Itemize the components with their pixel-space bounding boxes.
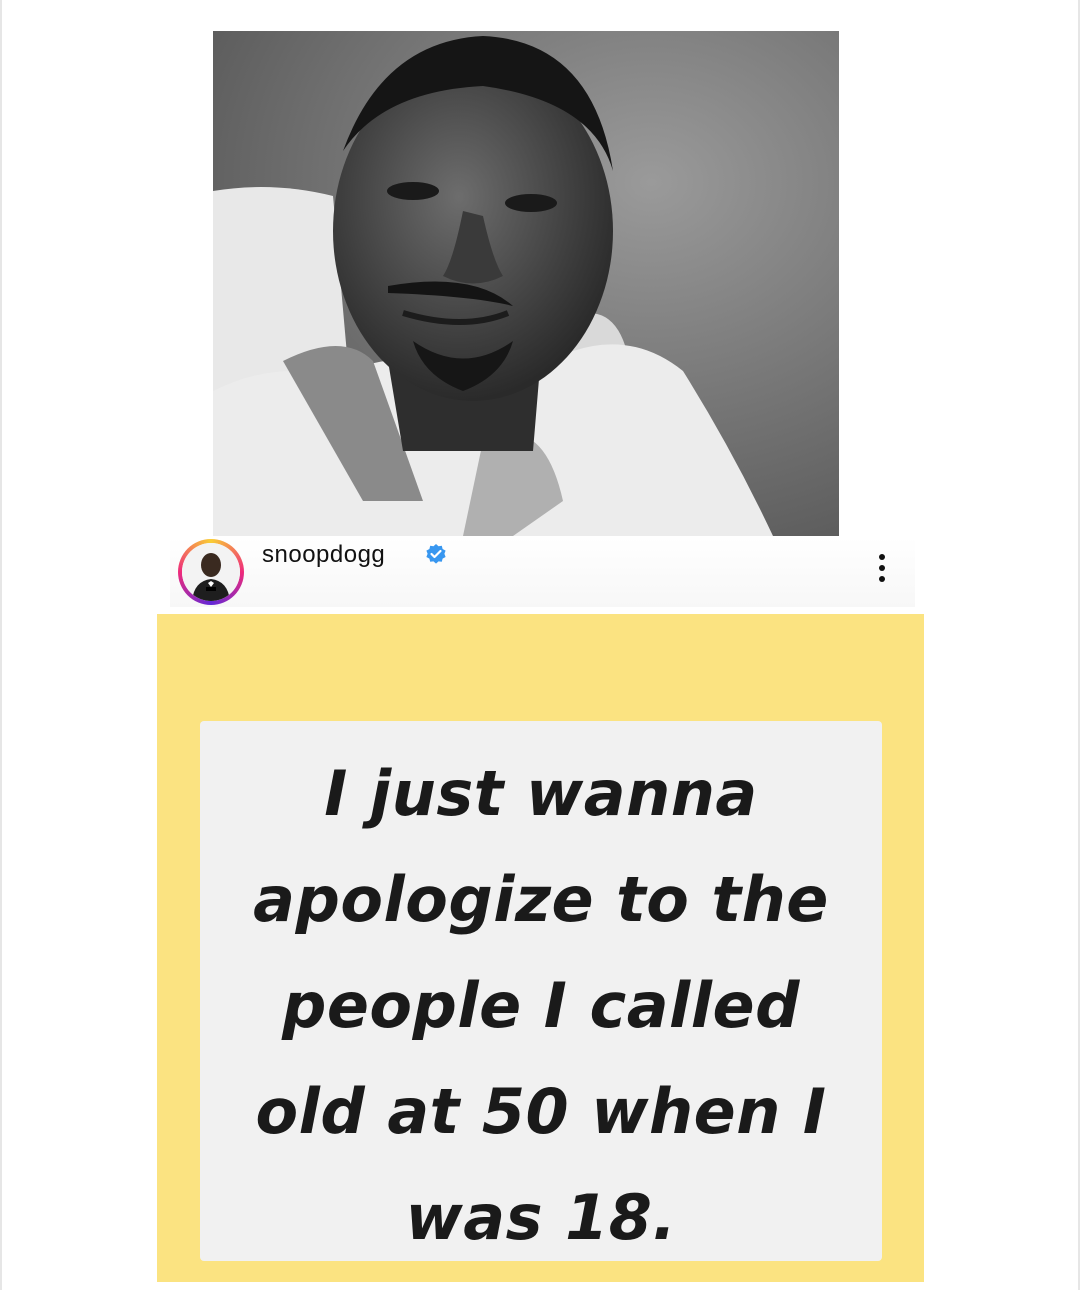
- quote-card: I just wanna apologize to the people I c…: [200, 721, 882, 1261]
- post-photo[interactable]: [213, 31, 839, 536]
- post-frame: snoopdogg I just wanna apologize to the …: [0, 0, 1080, 1290]
- quote-line: people I called: [282, 969, 800, 1042]
- quote-line: old at 50 when I: [255, 1075, 827, 1148]
- quote-line: apologize to the: [253, 863, 829, 936]
- story-ring[interactable]: [178, 539, 244, 605]
- username[interactable]: snoopdogg: [262, 541, 385, 569]
- quote-line: was 18.: [405, 1181, 677, 1254]
- quote-line: I just wanna: [324, 757, 758, 830]
- post-header: snoopdogg: [170, 537, 915, 607]
- quote-text: I just wanna apologize to the people I c…: [200, 741, 882, 1271]
- more-options-icon[interactable]: [870, 551, 894, 585]
- avatar-image: [182, 543, 240, 601]
- portrait-illustration: [213, 31, 839, 536]
- avatar[interactable]: [182, 543, 240, 601]
- verified-badge-icon: [426, 544, 446, 564]
- left-border: [0, 0, 2, 1290]
